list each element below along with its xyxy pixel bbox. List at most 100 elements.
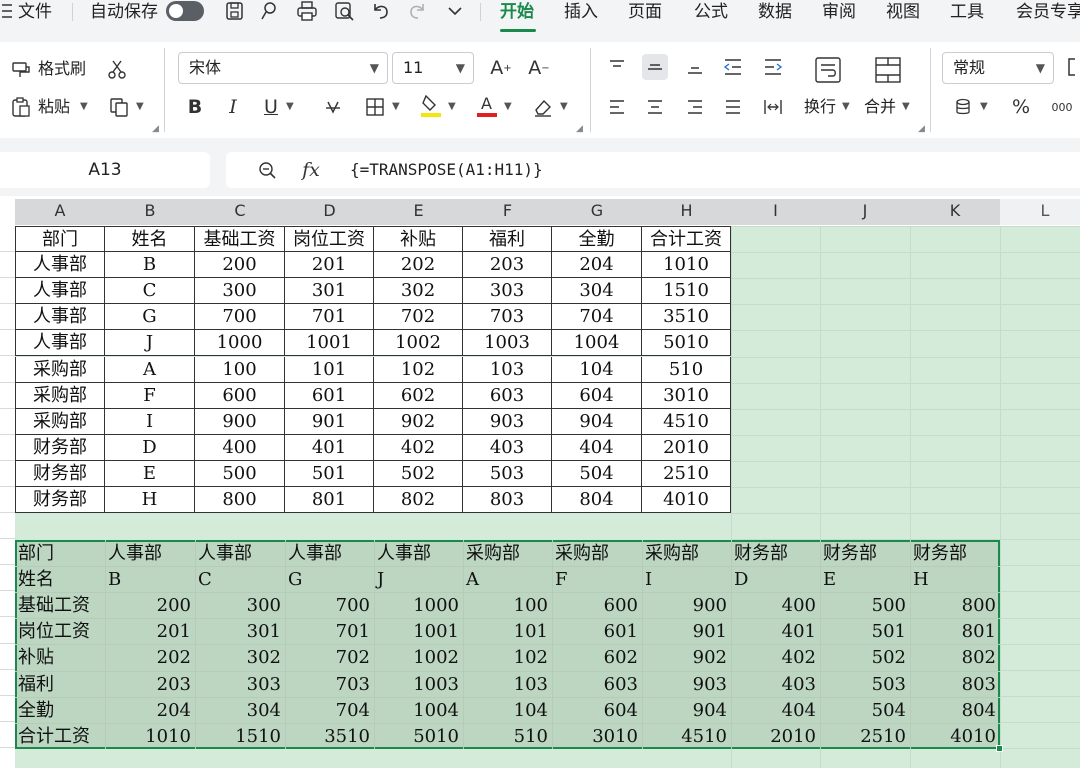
redo-icon[interactable] (406, 0, 428, 22)
array-cell[interactable]: 财务部 (820, 541, 910, 567)
undo-icon[interactable] (370, 0, 392, 22)
row-header[interactable] (0, 696, 15, 722)
array-cell[interactable]: 800 (910, 593, 1000, 619)
table-cell[interactable]: 500 (195, 460, 285, 487)
table-cell[interactable]: 803 (463, 487, 552, 514)
table-cell[interactable]: 703 (463, 304, 552, 331)
table-header-cell[interactable]: 合计工资 (642, 226, 731, 253)
array-cell[interactable]: 904 (642, 698, 731, 724)
array-cell[interactable]: 全勤 (15, 698, 105, 724)
tab-tools[interactable]: 工具 (950, 0, 984, 24)
tab-data[interactable]: 数据 (758, 0, 792, 24)
row-header[interactable] (0, 670, 15, 696)
row-header[interactable] (0, 409, 15, 435)
array-cell[interactable]: 102 (463, 645, 552, 671)
table-cell[interactable]: 1003 (463, 330, 552, 357)
merge-cells-label[interactable]: 合并 (864, 97, 896, 117)
row-header[interactable] (0, 435, 15, 461)
array-cell[interactable]: 400 (731, 593, 820, 619)
table-cell[interactable]: 300 (195, 278, 285, 305)
row-header[interactable] (0, 304, 15, 331)
strikethrough-icon[interactable] (320, 94, 346, 120)
justify-icon[interactable] (720, 94, 746, 120)
table-cell[interactable]: 104 (552, 356, 642, 383)
table-cell[interactable]: 302 (374, 278, 463, 305)
increase-indent-icon[interactable] (760, 54, 786, 80)
copy-icon[interactable] (106, 94, 132, 120)
column-header-J[interactable]: J (820, 199, 910, 223)
array-cell[interactable]: 201 (105, 619, 195, 645)
array-cell[interactable]: 700 (285, 593, 374, 619)
merge-cells-dropdown-icon[interactable]: ▼ (902, 101, 910, 112)
table-header-cell[interactable]: 姓名 (105, 226, 195, 253)
table-cell[interactable]: H (105, 487, 195, 514)
table-cell[interactable]: 510 (642, 356, 731, 383)
table-cell[interactable]: 603 (463, 382, 552, 409)
array-cell[interactable]: 204 (105, 698, 195, 724)
table-cell[interactable]: 3510 (642, 304, 731, 331)
table-cell[interactable]: 601 (285, 382, 374, 409)
array-cell[interactable]: 502 (820, 645, 910, 671)
array-cell[interactable]: 1004 (374, 698, 463, 724)
paste-label[interactable]: 粘贴 (38, 97, 70, 117)
array-cell[interactable]: 人事部 (105, 541, 195, 567)
table-cell[interactable]: 901 (285, 408, 374, 435)
row-header[interactable] (0, 644, 15, 670)
table-cell[interactable]: 304 (552, 278, 642, 305)
array-cell[interactable]: A (463, 567, 552, 593)
insert-function-button[interactable]: fx (296, 157, 326, 183)
table-cell[interactable]: 1010 (642, 252, 731, 279)
array-cell[interactable]: 部门 (15, 541, 105, 567)
clear-format-dropdown-icon[interactable]: ▼ (560, 101, 568, 112)
array-cell[interactable]: 合计工资 (15, 724, 105, 750)
array-cell[interactable]: 1000 (374, 593, 463, 619)
table-cell[interactable]: 501 (285, 460, 374, 487)
column-header-E[interactable]: E (374, 199, 463, 223)
array-cell[interactable]: 姓名 (15, 567, 105, 593)
column-header-I[interactable]: I (731, 199, 820, 223)
table-cell[interactable]: 203 (463, 252, 552, 279)
array-cell[interactable]: 900 (642, 593, 731, 619)
array-cell[interactable]: 福利 (15, 672, 105, 698)
sheet-area[interactable]: ABCDEFGHIJKL 部门 姓名 基础工资 岗位工资 补贴 福利 全勤 合计工资 人事部 B 2… (0, 196, 1080, 768)
table-cell[interactable]: 802 (374, 487, 463, 514)
array-cell[interactable]: 100 (463, 593, 552, 619)
font-group-launcher-icon[interactable]: ◢ (576, 124, 583, 134)
tab-formula[interactable]: 公式 (694, 0, 728, 24)
array-cell[interactable]: F (552, 567, 642, 593)
table-header-cell[interactable]: 全勤 (552, 226, 642, 253)
column-header-B[interactable]: B (105, 199, 195, 223)
table-cell[interactable]: 3010 (642, 382, 731, 409)
table-cell[interactable]: 702 (374, 304, 463, 331)
number-format-select[interactable]: 常规 ▼ (942, 52, 1054, 84)
copy-dropdown-icon[interactable]: ▼ (136, 101, 144, 112)
formula-input[interactable]: {=TRANSPOSE(A1:H11)} (350, 152, 543, 188)
array-cell[interactable]: 903 (642, 672, 731, 698)
table-cell[interactable]: C (105, 278, 195, 305)
array-cell[interactable]: 财务部 (910, 541, 1000, 567)
array-cell[interactable]: 1010 (105, 724, 195, 750)
borders-icon[interactable] (362, 94, 388, 120)
paste-dropdown-icon[interactable]: ▼ (80, 101, 88, 112)
clipboard-group-launcher-icon[interactable]: ◢ (152, 124, 159, 134)
table-cell[interactable]: 204 (552, 252, 642, 279)
table-cell[interactable]: 401 (285, 434, 374, 461)
fill-color-icon[interactable] (418, 92, 444, 118)
array-cell[interactable]: 岗位工资 (15, 619, 105, 645)
table-cell[interactable]: 人事部 (15, 278, 105, 305)
array-cell[interactable]: 801 (910, 619, 1000, 645)
array-cell[interactable]: 600 (552, 593, 642, 619)
array-cell[interactable]: 1002 (374, 645, 463, 671)
decrease-font-icon[interactable]: A − (526, 55, 552, 81)
array-cell[interactable]: 4510 (642, 724, 731, 750)
table-cell[interactable]: 人事部 (15, 252, 105, 279)
table-cell[interactable]: 101 (285, 356, 374, 383)
array-cell[interactable]: 3010 (552, 724, 642, 750)
array-cell[interactable]: 303 (195, 672, 285, 698)
table-cell[interactable]: J (105, 330, 195, 357)
table-cell[interactable]: 采购部 (15, 382, 105, 409)
row-header[interactable] (0, 487, 15, 514)
table-cell[interactable]: 504 (552, 460, 642, 487)
font-size-select[interactable]: 11 ▼ (392, 52, 474, 84)
array-cell[interactable]: 103 (463, 672, 552, 698)
